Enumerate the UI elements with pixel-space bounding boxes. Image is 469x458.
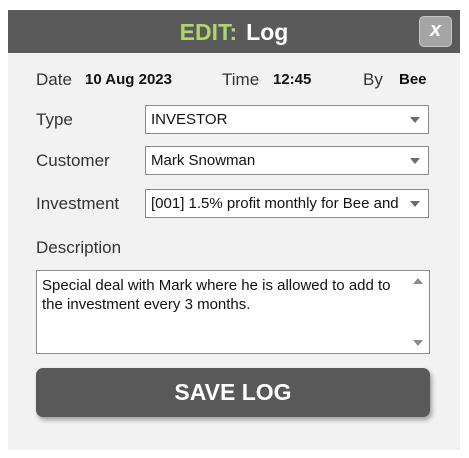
time-value: 12:45 bbox=[273, 71, 312, 88]
dialog-header: EDIT: Log x bbox=[8, 10, 460, 53]
type-select-value: INVESTOR bbox=[151, 111, 228, 128]
meta-row: Date 10 Aug 2023 Time 12:45 By Bee bbox=[8, 68, 460, 92]
save-log-button[interactable]: SAVE LOG bbox=[36, 368, 430, 417]
customer-select-value: Mark Snowman bbox=[151, 152, 256, 169]
dialog-title: EDIT: Log bbox=[8, 18, 460, 46]
type-select[interactable]: INVESTOR bbox=[145, 105, 429, 134]
description-text: Special deal with Mark where he is allow… bbox=[42, 277, 391, 313]
by-value: Bee bbox=[399, 71, 427, 88]
chevron-down-icon bbox=[410, 158, 420, 164]
close-button[interactable]: x bbox=[419, 16, 452, 47]
by-label: By bbox=[363, 70, 383, 89]
type-label: Type bbox=[36, 110, 73, 129]
title-text: Log bbox=[246, 19, 289, 45]
description-textarea[interactable]: Special deal with Mark where he is allow… bbox=[36, 270, 430, 354]
scrollbar[interactable] bbox=[409, 271, 429, 353]
date-value: 10 Aug 2023 bbox=[85, 71, 172, 88]
chevron-down-icon bbox=[410, 201, 420, 207]
investment-select[interactable]: [001] 1.5% profit monthly for Bee and Ma… bbox=[145, 189, 429, 218]
date-label: Date bbox=[36, 70, 72, 89]
edit-label: EDIT: bbox=[179, 19, 238, 45]
edit-log-dialog: EDIT: Log x Date 10 Aug 2023 Time 12:45 B… bbox=[8, 10, 460, 450]
investment-select-value: [001] 1.5% profit monthly for Bee and Ma… bbox=[151, 195, 402, 212]
investment-label: Investment bbox=[36, 194, 120, 213]
customer-select[interactable]: Mark Snowman bbox=[145, 146, 429, 175]
scroll-down-icon[interactable] bbox=[413, 340, 423, 346]
customer-label: Customer bbox=[36, 151, 110, 170]
description-label: Description bbox=[36, 238, 122, 257]
chevron-down-icon bbox=[410, 117, 420, 123]
time-label: Time bbox=[222, 70, 260, 89]
scroll-up-icon[interactable] bbox=[413, 278, 423, 284]
